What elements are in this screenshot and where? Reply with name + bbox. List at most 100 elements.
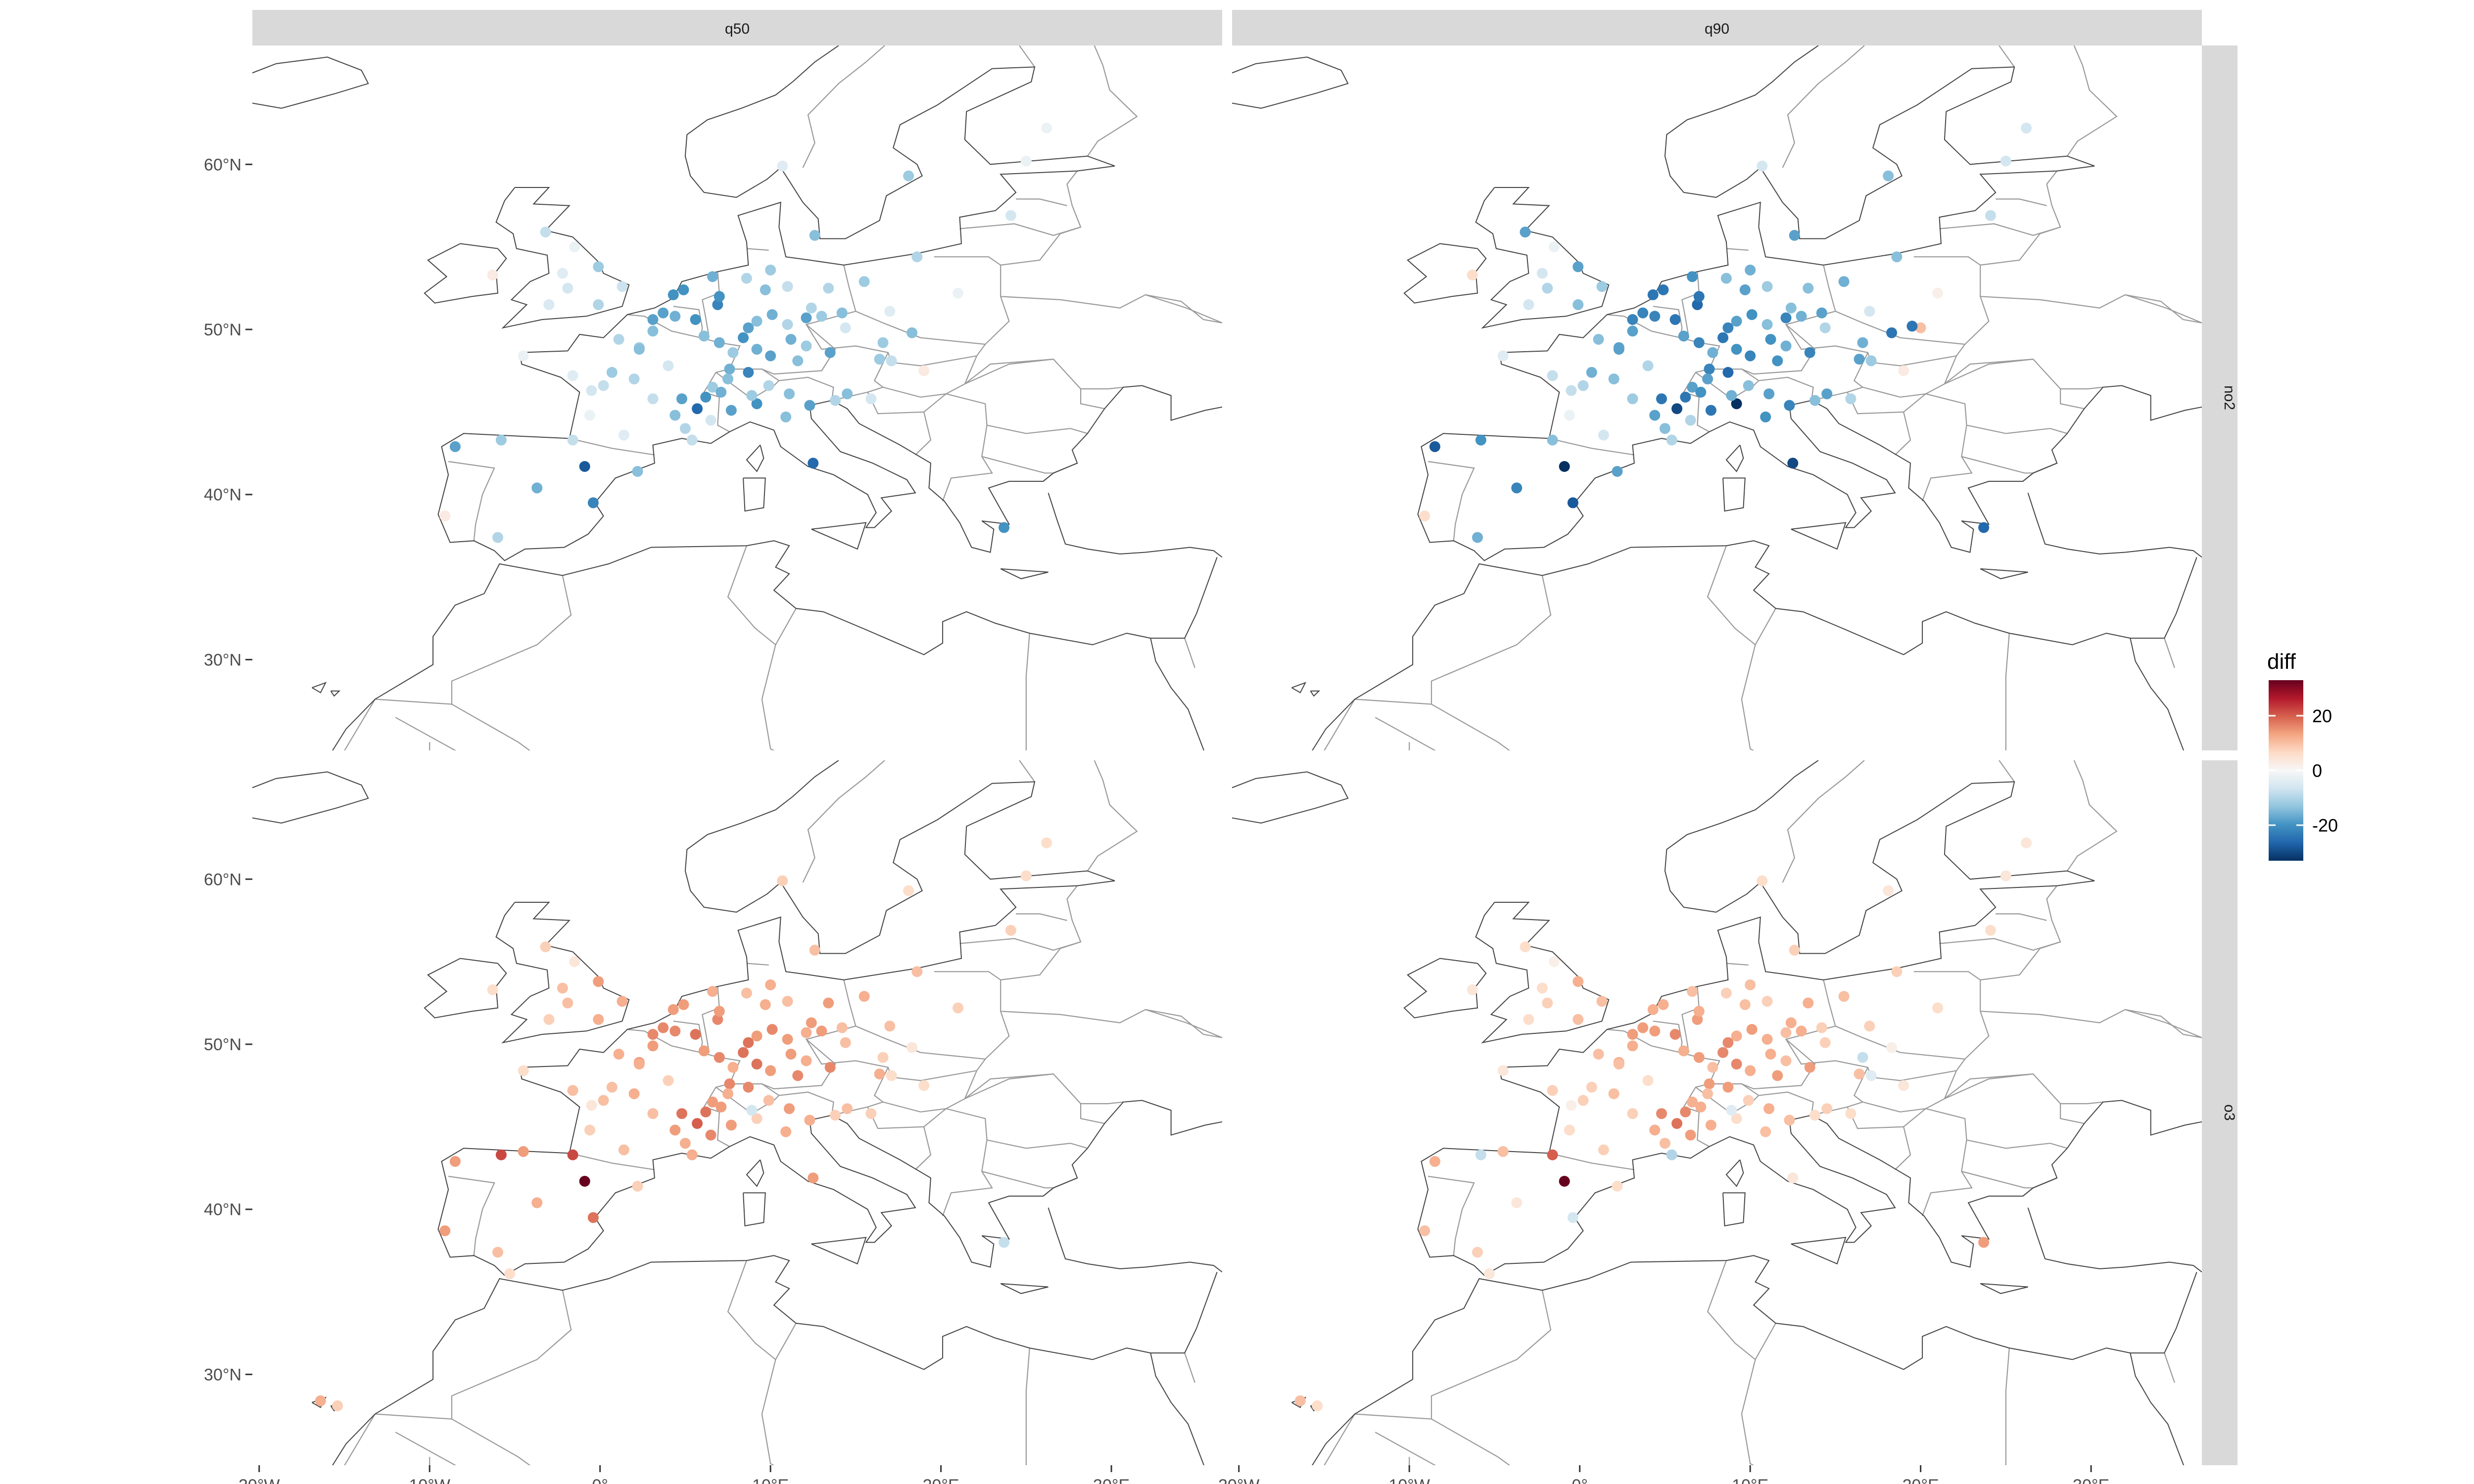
station-point <box>1656 1108 1667 1119</box>
station-point <box>1796 311 1807 322</box>
color-legend: diff 20 0 -20 <box>2267 649 2338 861</box>
station-point <box>667 1004 679 1015</box>
station-point <box>1666 434 1677 446</box>
station-point <box>765 350 776 362</box>
station-point <box>1704 1078 1715 1090</box>
station-point <box>1865 1070 1877 1081</box>
station-point <box>903 170 914 182</box>
station-point <box>1467 269 1478 280</box>
station-point <box>562 997 573 1009</box>
station-point <box>1566 1100 1577 1111</box>
station-point <box>1845 1108 1856 1119</box>
facet-strip-q90: q90 <box>1232 10 2202 46</box>
station-point <box>676 1108 687 1119</box>
station-point <box>1763 388 1775 400</box>
station-point <box>504 1268 516 1279</box>
map-panels <box>252 46 2202 1465</box>
station-point <box>1731 1030 1742 1042</box>
station-point <box>658 1022 669 1033</box>
station-point <box>1803 997 1814 1009</box>
station-point <box>1743 380 1754 391</box>
station-point <box>1637 1022 1649 1033</box>
station-point <box>669 410 681 421</box>
station-point <box>816 1025 827 1037</box>
station-point <box>801 1055 812 1067</box>
station-point <box>1649 1124 1661 1136</box>
station-point <box>765 264 776 276</box>
station-point <box>698 330 710 342</box>
station-point <box>1804 1062 1815 1073</box>
station-point <box>686 434 698 446</box>
station-point <box>1746 1024 1758 1035</box>
station-point <box>1978 1237 1990 1248</box>
station-point <box>714 337 725 348</box>
station-point <box>663 360 674 371</box>
station-point <box>1429 1156 1440 1167</box>
station-point <box>724 364 735 375</box>
station-point <box>606 367 618 378</box>
station-point <box>1658 284 1669 295</box>
station-point <box>1707 1062 1718 1073</box>
station-point <box>751 344 762 355</box>
station-point <box>2000 870 2011 881</box>
station-point <box>663 1075 674 1086</box>
station-point <box>784 1103 795 1114</box>
station-point <box>1467 984 1478 995</box>
station-point <box>1731 316 1742 327</box>
station-point <box>1666 1149 1677 1160</box>
station-point <box>1704 364 1715 375</box>
station-point <box>1705 405 1716 416</box>
station-point <box>824 347 836 358</box>
station-point <box>906 1042 918 1053</box>
station-point <box>495 434 507 446</box>
station-point <box>1419 1225 1430 1237</box>
station-point <box>738 1047 749 1058</box>
station-point <box>763 380 774 391</box>
station-point <box>1720 273 1732 284</box>
panel-background <box>252 760 1222 1465</box>
station-point <box>1845 393 1856 405</box>
station-point <box>1577 380 1589 391</box>
station-point <box>765 1065 776 1076</box>
station-point <box>332 1400 343 1411</box>
station-point <box>449 441 461 452</box>
station-point <box>1745 264 1756 276</box>
station-point <box>1803 282 1814 294</box>
station-point <box>918 365 930 376</box>
station-point <box>1731 344 1742 355</box>
station-point <box>1780 340 1792 352</box>
x-tick-label: 20°W <box>238 1476 280 1484</box>
station-point <box>877 1052 889 1063</box>
station-point <box>1819 322 1831 333</box>
station-point <box>1746 309 1758 320</box>
station-point <box>1572 299 1584 310</box>
station-point <box>2000 155 2011 167</box>
station-point <box>1678 330 1689 342</box>
station-point <box>658 307 669 319</box>
x-tick-label: 30°E <box>1093 1476 1130 1484</box>
panel-q50-no2 <box>252 46 1222 750</box>
station-point <box>1693 1006 1705 1017</box>
station-point <box>1695 1101 1707 1113</box>
y-tick-label: 50°N <box>204 321 241 339</box>
station-point <box>1745 979 1756 990</box>
station-point <box>823 997 834 1009</box>
station-point <box>1722 367 1734 378</box>
station-point <box>1985 925 1996 936</box>
station-point <box>1475 1149 1486 1160</box>
station-point <box>784 388 795 400</box>
station-point <box>705 415 716 426</box>
station-point <box>858 991 870 1002</box>
station-point <box>1854 354 1865 365</box>
station-point <box>679 423 691 434</box>
station-point <box>1659 423 1670 434</box>
station-point <box>1985 210 1996 221</box>
station-point <box>1707 347 1718 358</box>
station-point <box>587 1212 599 1223</box>
station-point <box>632 466 643 477</box>
station-point <box>698 1045 710 1057</box>
station-point <box>1559 1176 1570 1187</box>
station-point <box>722 373 734 385</box>
station-point <box>557 982 568 994</box>
station-point <box>540 941 551 953</box>
